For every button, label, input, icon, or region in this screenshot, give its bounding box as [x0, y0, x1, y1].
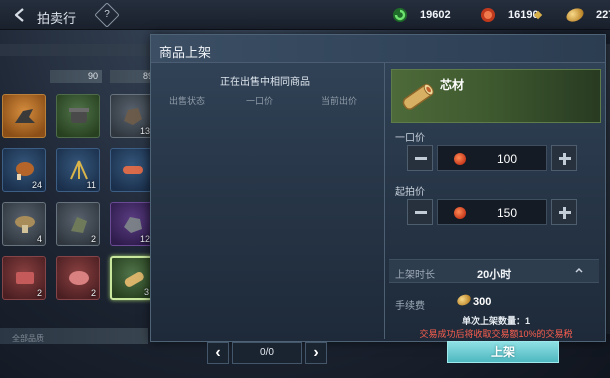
buyout-price-stepper: 100 [407, 145, 579, 171]
herb-icon [71, 217, 87, 233]
inventory-slot[interactable] [110, 148, 154, 192]
slot-count: 24 [31, 180, 42, 190]
inventory-slot[interactable]: 2 [56, 256, 100, 300]
duration-value: 20小时 [477, 269, 512, 281]
buyout-price-label: 一口价 [395, 133, 425, 144]
duration-dropdown[interactable]: 上架时长 20小时 [389, 259, 599, 283]
ore-icon [124, 108, 142, 125]
slot-count: 11 [86, 180, 96, 190]
mushroom-icon [15, 216, 35, 233]
buyout-increase-button[interactable] [551, 145, 577, 171]
top-bar: 拍卖行 ? 19602 16190 227 [0, 0, 610, 30]
list-item-button[interactable]: 上架 [447, 341, 559, 363]
prev-page-button[interactable]: ‹ [207, 342, 229, 364]
fee-value: 300 [473, 296, 492, 308]
currency-green-gem: 19602 [392, 6, 451, 24]
red-coin-icon [454, 153, 466, 165]
help-icon: ? [104, 9, 110, 20]
slot-count: 4 [36, 234, 42, 244]
core-material-icon [402, 83, 434, 110]
gold-coin-icon [564, 5, 586, 25]
slot-count: 13 [139, 126, 150, 136]
core-material-icon [124, 272, 144, 287]
start-price-label: 起拍价 [395, 187, 425, 198]
start-price-value: 150 [496, 206, 518, 220]
same-items-list: 正在出售中相同商品 出售状态 一口价 当前出价 ‹ 0/0 › [151, 63, 379, 364]
same-items-title: 正在出售中相同商品 [220, 77, 310, 88]
column-header-current-bid: 当前出价 [321, 96, 358, 106]
inventory-slot[interactable]: 24 [2, 148, 46, 192]
chicken-leg-icon [16, 162, 34, 180]
next-page-button[interactable]: › [305, 342, 327, 364]
column-header-status: 出售状态 [169, 96, 206, 106]
tripod-icon [70, 160, 88, 180]
meat-icon [16, 272, 34, 284]
slot-count: 2 [90, 288, 96, 298]
buyout-price-value: 100 [496, 152, 518, 166]
buyout-decrease-button[interactable] [407, 145, 433, 171]
slot-count: 2 [90, 234, 96, 244]
sausage-icon [123, 166, 143, 174]
tax-warning: 交易成功后将收取交易额10%的交易税 [419, 329, 573, 339]
start-price-stepper: 150 [407, 199, 579, 225]
currency-gold-coin: 227 [564, 5, 610, 25]
quality-filter-dropdown[interactable]: 全部品质 [0, 328, 148, 344]
currency-red-coin: 16190 [480, 6, 539, 24]
chevron-up-icon [575, 267, 583, 273]
pagination: ‹ 0/0 › [207, 342, 327, 364]
duration-label: 上架时长 [395, 270, 435, 281]
slot-count: 3 [143, 287, 149, 297]
gold-coin-icon [455, 292, 473, 308]
start-decrease-button[interactable] [407, 199, 433, 225]
inventory-slot[interactable]: 12 [110, 202, 154, 246]
steak-icon [69, 271, 89, 285]
help-button[interactable]: ? [94, 2, 120, 28]
page-title: 拍卖行 [37, 11, 77, 26]
plus-icon-vertical [563, 207, 566, 219]
inventory-slot-selected[interactable]: 3 [110, 256, 154, 300]
inventory-slot[interactable] [2, 94, 46, 138]
back-arrow-icon[interactable] [12, 7, 28, 23]
batch-quantity-note: 单次上架数量：1 [461, 316, 530, 326]
fee-label: 手续费 [395, 301, 425, 312]
listing-dialog: 商品上架 正在出售中相同商品 出售状态 一口价 当前出价 ‹ 0/0 › 芯材 [150, 34, 606, 364]
inventory-slot[interactable]: 2 [2, 256, 46, 300]
gold-coin-amount: 227 [596, 9, 610, 21]
minus-icon [415, 211, 427, 214]
plus-icon-vertical [563, 153, 566, 165]
red-coin-icon [481, 8, 495, 22]
slot-count: 12 [139, 234, 150, 244]
red-coin-icon [454, 207, 466, 219]
inventory-slot[interactable] [56, 94, 100, 138]
cauldron-icon [69, 108, 89, 123]
start-price-field[interactable]: 150 [437, 199, 547, 225]
dialog-header: 商品上架 [151, 35, 605, 63]
green-gem-amount: 19602 [420, 9, 451, 21]
pane-divider [384, 63, 385, 339]
quality-filter-label: 全部品质 [12, 334, 44, 343]
buyout-price-field[interactable]: 100 [437, 145, 547, 171]
inventory-slot[interactable]: 13 [110, 94, 154, 138]
page-indicator: 0/0 [232, 342, 302, 364]
inventory-slot[interactable]: 2 [56, 202, 100, 246]
minus-icon [415, 157, 427, 160]
inventory-slot[interactable]: 4 [2, 202, 46, 246]
start-increase-button[interactable] [551, 199, 577, 225]
listing-form: 芯材 一口价 100 起拍价 150 上架时长 20小时 手续费 300 单次上… [387, 63, 605, 363]
column-header-buyout: 一口价 [246, 96, 274, 106]
inventory-count-label: 90 [50, 70, 102, 83]
stone-icon [124, 217, 142, 233]
green-gem-icon [393, 8, 407, 22]
inventory-filter-bar [0, 44, 150, 56]
inventory-slot[interactable]: 11 [56, 148, 100, 192]
item-name: 芯材 [440, 78, 465, 92]
selected-item-card: 芯材 [391, 69, 601, 123]
creature-icon [15, 109, 35, 123]
dialog-title: 商品上架 [159, 45, 212, 60]
slot-count: 2 [36, 288, 42, 298]
